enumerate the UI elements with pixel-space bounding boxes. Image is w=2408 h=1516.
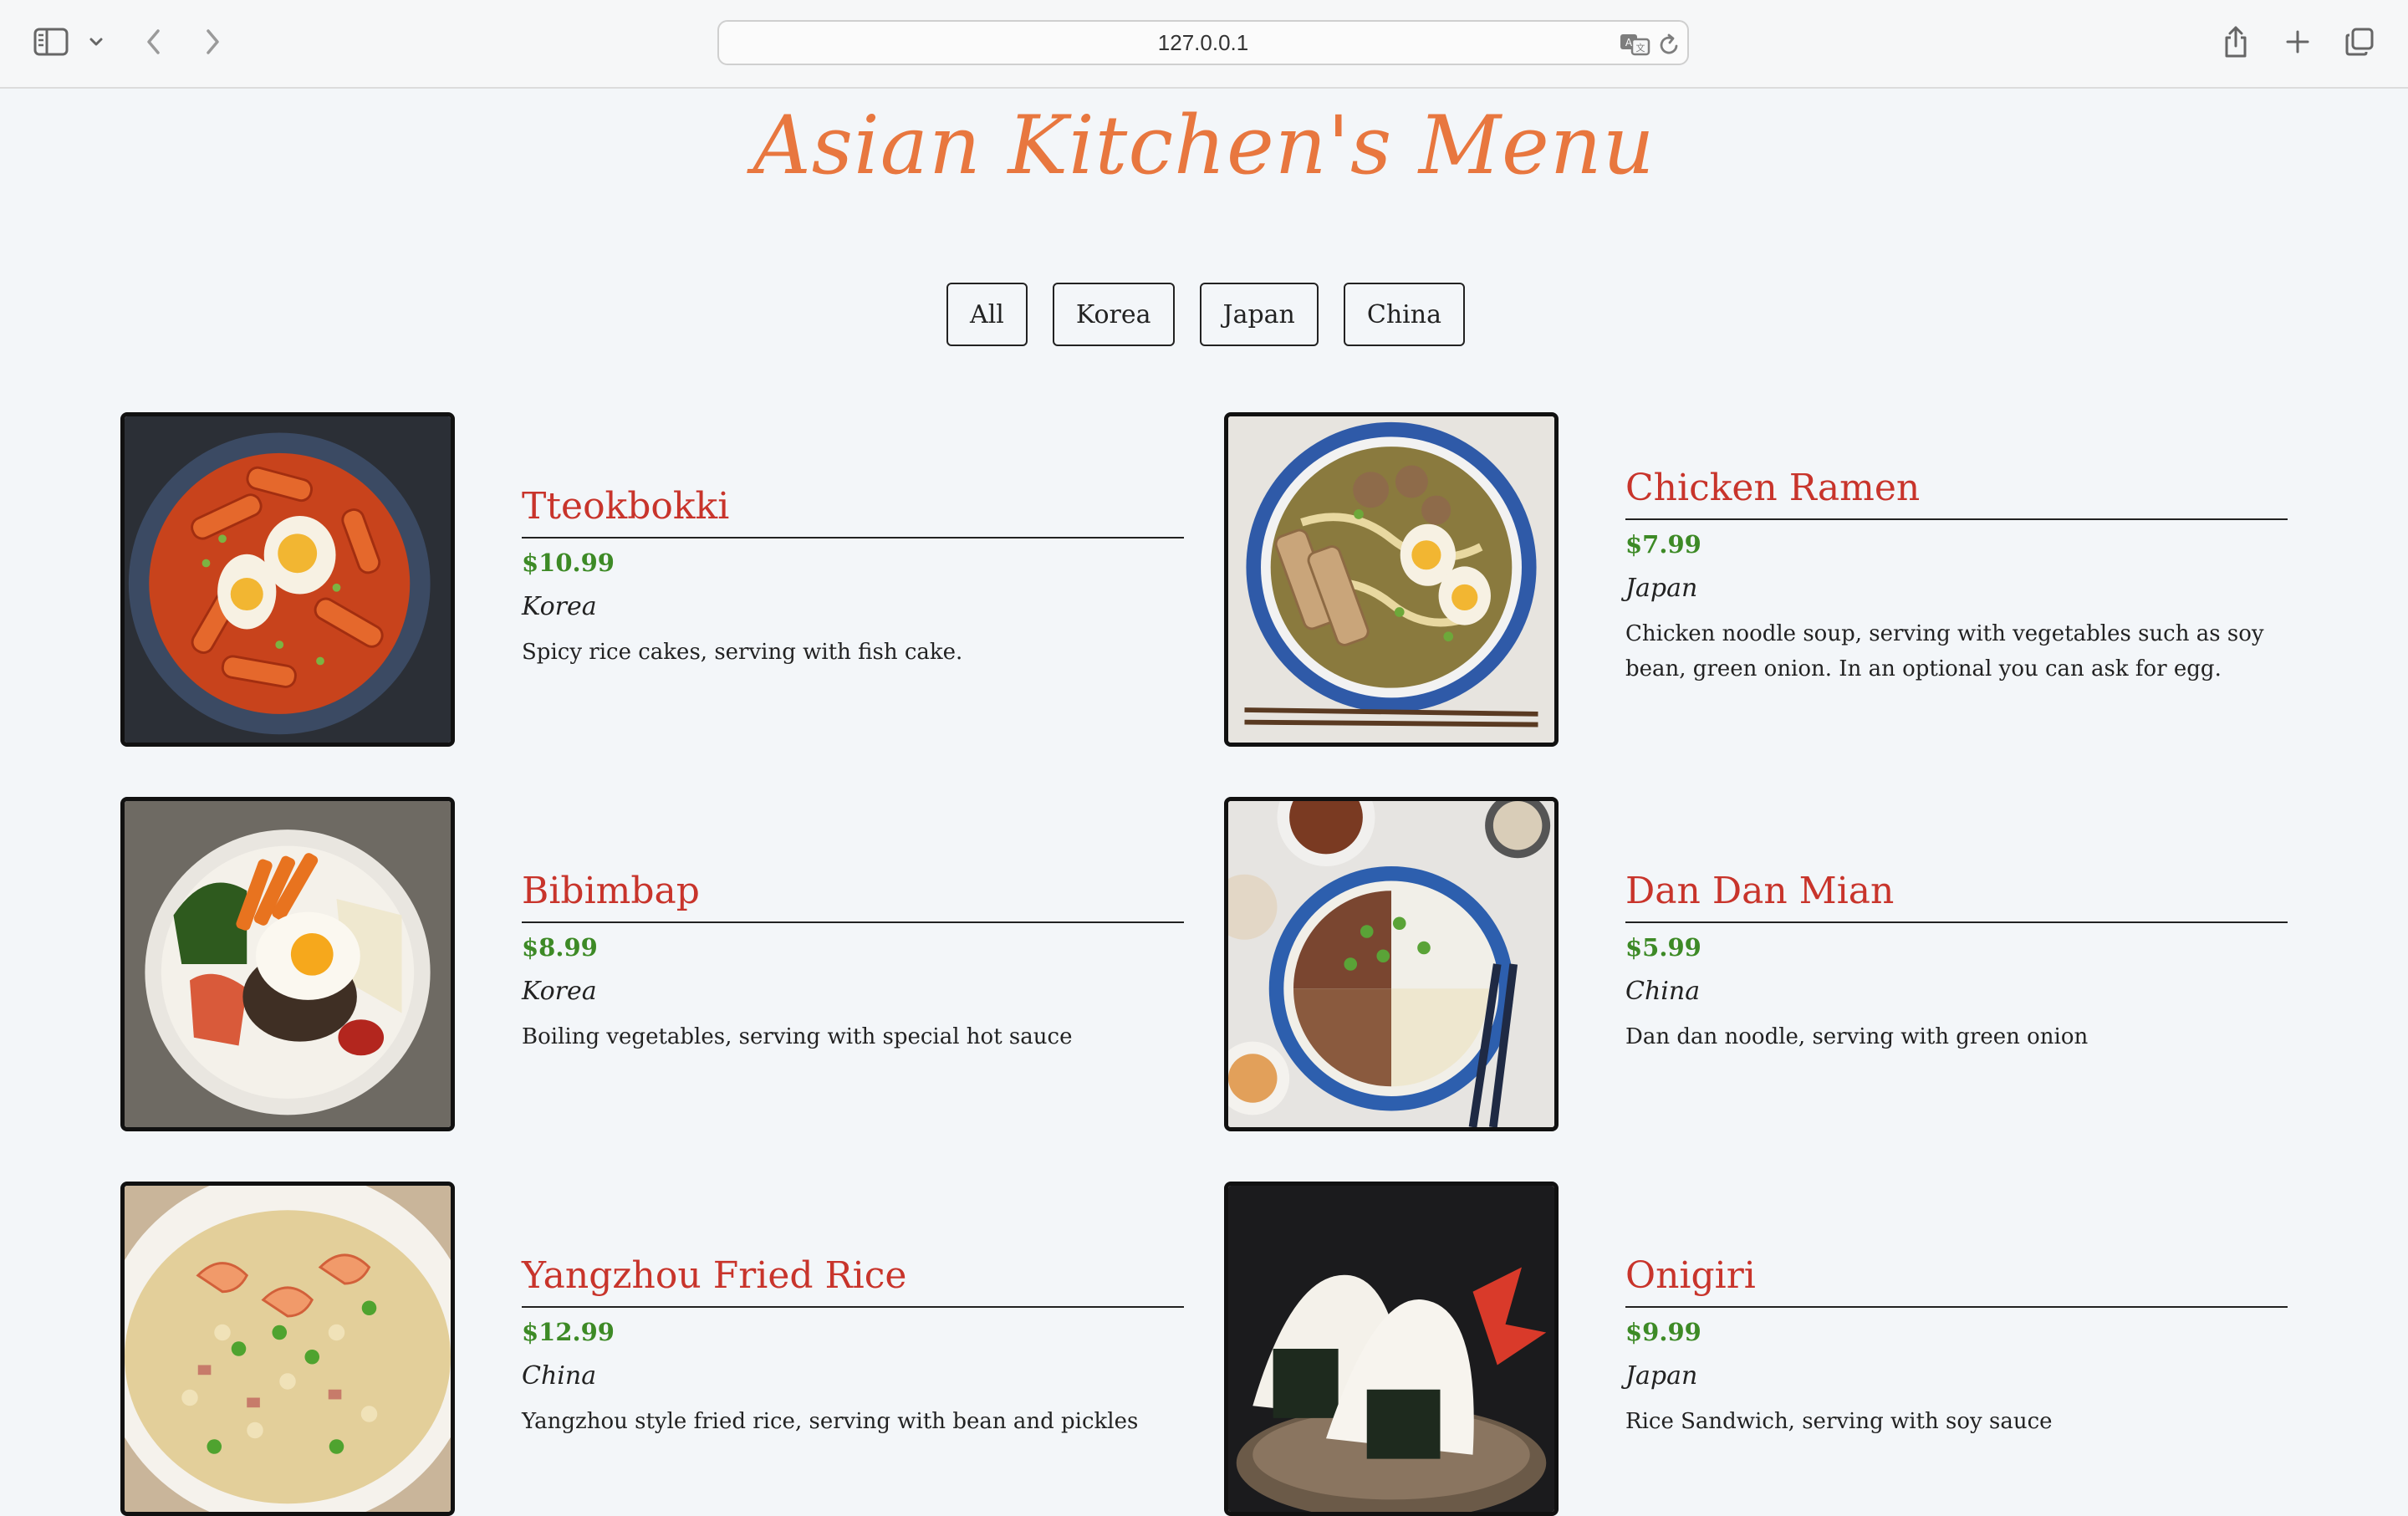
- address-bar[interactable]: 127.0.0.1 A 文: [717, 20, 1689, 65]
- back-button[interactable]: [140, 25, 167, 59]
- item-name: Dan Dan Mian: [1625, 870, 2288, 923]
- item-region: Japan: [1625, 573, 1698, 603]
- item-price: $10.99: [522, 548, 615, 577]
- item-description: Dan dan noodle, serving with green onion: [1625, 1023, 2089, 1049]
- menu-grid: Tteokbokki $10.99 Korea Spicy rice cakes…: [120, 412, 2288, 1516]
- page-title: Asian Kitchen's Menu: [752, 99, 1656, 192]
- category-filters: All Korea Japan China: [0, 283, 2408, 346]
- item-price: $9.99: [1625, 1317, 1701, 1346]
- item-description: Spicy rice cakes, serving with fish cake…: [522, 639, 963, 665]
- chicken-ramen-photo: [1224, 412, 1559, 747]
- menu-item: Yangzhou Fried Rice $12.99 China Yangzho…: [120, 1182, 1224, 1516]
- item-price: $7.99: [1625, 529, 1701, 559]
- menu-item: Chicken Ramen $7.99 Japan Chicken noodle…: [1224, 412, 2328, 747]
- share-button[interactable]: [2219, 23, 2252, 60]
- item-region: Japan: [1625, 1360, 1698, 1391]
- item-description: Chicken noodle soup, serving with vegeta…: [1625, 620, 2264, 681]
- sidebar-toggle-button[interactable]: [32, 25, 70, 59]
- item-info: Yangzhou Fried Rice $12.99 China Yangzho…: [522, 1254, 1184, 1439]
- item-region: Korea: [522, 591, 597, 621]
- bibimbap-photo: [120, 797, 455, 1131]
- item-info: Tteokbokki $10.99 Korea Spicy rice cakes…: [522, 485, 1184, 670]
- item-price: $5.99: [1625, 932, 1701, 962]
- item-description: Yangzhou style fried rice, serving with …: [522, 1408, 1139, 1434]
- item-region: China: [1625, 976, 1701, 1006]
- tteokbokki-photo: [120, 412, 455, 747]
- forward-button[interactable]: [199, 25, 226, 59]
- svg-text:文: 文: [1636, 42, 1645, 54]
- item-name: Bibimbap: [522, 870, 1184, 923]
- menu-item: Bibimbap $8.99 Korea Boiling vegetables,…: [120, 797, 1224, 1131]
- item-description: Boiling vegetables, serving with special…: [522, 1023, 1073, 1049]
- filter-all-button[interactable]: All: [946, 283, 1028, 346]
- item-name: Chicken Ramen: [1625, 467, 2288, 520]
- item-price: $8.99: [522, 932, 598, 962]
- svg-text:A: A: [1625, 37, 1633, 48]
- tabs-icon: [2345, 28, 2374, 56]
- chevron-down-icon: [89, 38, 103, 46]
- address-text[interactable]: 127.0.0.1: [719, 22, 1687, 64]
- item-description: Rice Sandwich, serving with soy sauce: [1625, 1408, 2053, 1434]
- item-price: $12.99: [522, 1317, 615, 1346]
- item-info: Chicken Ramen $7.99 Japan Chicken noodle…: [1625, 467, 2288, 687]
- tab-overview-button[interactable]: [2343, 25, 2376, 59]
- item-region: China: [522, 1360, 597, 1391]
- menu-item: Dan Dan Mian $5.99 China Dan dan noodle,…: [1224, 797, 2328, 1131]
- plus-icon: [2286, 30, 2309, 54]
- filter-korea-button[interactable]: Korea: [1052, 283, 1175, 346]
- reload-icon[interactable]: [1659, 33, 1681, 60]
- browser-toolbar: 127.0.0.1 A 文: [0, 0, 2408, 89]
- item-region: Korea: [522, 976, 597, 1006]
- menu-item: Tteokbokki $10.99 Korea Spicy rice cakes…: [120, 412, 1224, 747]
- item-info: Onigiri $9.99 Japan Rice Sandwich, servi…: [1625, 1254, 2288, 1439]
- item-info: Dan Dan Mian $5.99 China Dan dan noodle,…: [1625, 870, 2288, 1054]
- share-icon: [2225, 26, 2247, 58]
- item-name: Tteokbokki: [522, 485, 1184, 539]
- sidebar-menu-button[interactable]: [87, 32, 105, 52]
- chevron-right-icon: [207, 29, 219, 54]
- yangzhou-fried-rice-photo: [120, 1182, 455, 1516]
- onigiri-photo: [1224, 1182, 1559, 1516]
- item-info: Bibimbap $8.99 Korea Boiling vegetables,…: [522, 870, 1184, 1054]
- chevron-left-icon: [147, 29, 160, 54]
- filter-china-button[interactable]: China: [1343, 283, 1465, 346]
- item-name: Onigiri: [1625, 1254, 2288, 1308]
- menu-item: Onigiri $9.99 Japan Rice Sandwich, servi…: [1224, 1182, 2328, 1516]
- translate-icon[interactable]: A 文: [1619, 32, 1652, 60]
- filter-japan-button[interactable]: Japan: [1199, 283, 1319, 346]
- sidebar-icon: [33, 28, 69, 56]
- new-tab-button[interactable]: [2281, 25, 2314, 59]
- dan-dan-mian-photo: [1224, 797, 1559, 1131]
- item-name: Yangzhou Fried Rice: [522, 1254, 1184, 1308]
